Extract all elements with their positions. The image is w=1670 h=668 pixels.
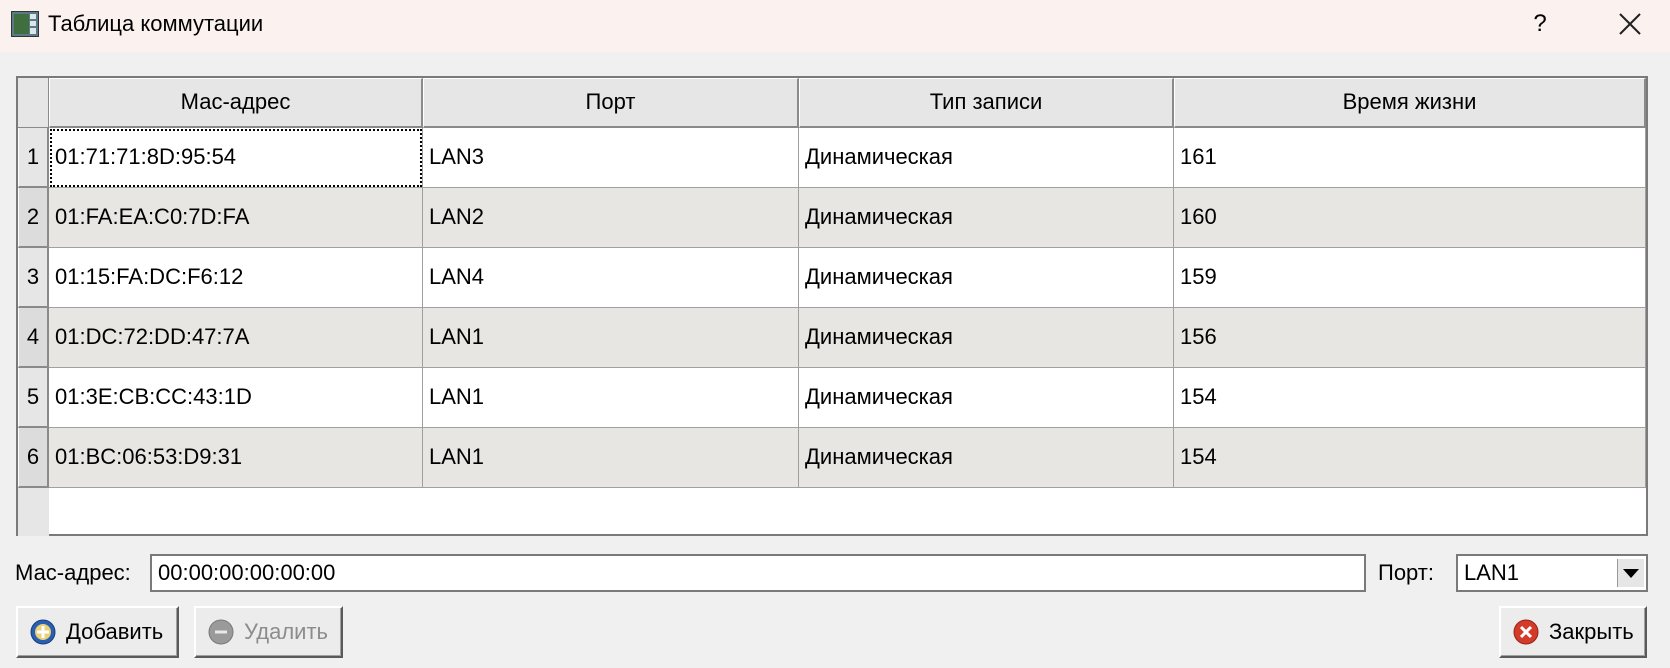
row-header-filler <box>18 488 49 536</box>
mac-address-input[interactable]: 00:00:00:00:00:00 <box>150 554 1366 592</box>
port-select-value: LAN1 <box>1464 560 1520 585</box>
close-button[interactable]: Закрыть <box>1499 606 1647 658</box>
cell-port[interactable]: LAN1 <box>423 308 799 368</box>
remove-icon <box>208 619 234 645</box>
column-header-type[interactable]: Тип записи <box>799 78 1174 128</box>
row-header[interactable]: 5 <box>18 368 49 428</box>
cell-port[interactable]: LAN2 <box>423 188 799 248</box>
app-icon <box>11 11 39 37</box>
cell-mac[interactable]: 01:71:71:8D:95:54 <box>49 128 423 188</box>
table-corner[interactable] <box>18 78 49 128</box>
cell-port[interactable]: LAN3 <box>423 128 799 188</box>
column-header-mac[interactable]: Мас-адрес <box>49 78 423 128</box>
delete-button-label: Удалить <box>244 619 328 644</box>
cell-type[interactable]: Динамическая <box>799 188 1174 248</box>
row-header[interactable]: 2 <box>18 188 49 248</box>
close-button-label: Закрыть <box>1549 619 1634 644</box>
window-title: Таблица коммутации <box>48 11 264 36</box>
cell-port[interactable]: LAN1 <box>423 368 799 428</box>
help-button[interactable]: ? <box>1518 4 1562 44</box>
cell-ttl[interactable]: 159 <box>1174 248 1646 308</box>
cell-mac[interactable]: 01:15:FA:DC:F6:12 <box>49 248 423 308</box>
cell-type[interactable]: Динамическая <box>799 308 1174 368</box>
row-header[interactable]: 1 <box>18 128 49 188</box>
port-select[interactable]: LAN1 <box>1456 554 1648 592</box>
row-header[interactable]: 4 <box>18 308 49 368</box>
cell-type[interactable]: Динамическая <box>799 428 1174 488</box>
add-icon <box>30 619 56 645</box>
cell-ttl[interactable]: 154 <box>1174 368 1646 428</box>
cell-mac[interactable]: 01:3E:CB:CC:43:1D <box>49 368 423 428</box>
cell-port[interactable]: LAN4 <box>423 248 799 308</box>
cell-ttl[interactable]: 154 <box>1174 428 1646 488</box>
cell-ttl[interactable]: 160 <box>1174 188 1646 248</box>
delete-button[interactable]: Удалить <box>194 606 343 658</box>
cell-mac[interactable]: 01:BC:06:53:D9:31 <box>49 428 423 488</box>
title-bar: Таблица коммутации ? <box>0 0 1670 52</box>
column-header-ttl[interactable]: Время жизни <box>1174 78 1646 128</box>
column-header-port[interactable]: Порт <box>423 78 799 128</box>
add-button[interactable]: Добавить <box>16 606 179 658</box>
cell-ttl[interactable]: 161 <box>1174 128 1646 188</box>
cell-port[interactable]: LAN1 <box>423 428 799 488</box>
switching-table[interactable]: Мас-адрес Порт Тип записи Время жизни 1 … <box>16 76 1648 536</box>
cell-type[interactable]: Динамическая <box>799 128 1174 188</box>
cell-mac[interactable]: 01:FA:EA:C0:7D:FA <box>49 188 423 248</box>
cell-mac[interactable]: 01:DC:72:DD:47:7A <box>49 308 423 368</box>
add-button-label: Добавить <box>66 619 164 644</box>
row-header[interactable]: 6 <box>18 428 49 488</box>
cell-type[interactable]: Динамическая <box>799 368 1174 428</box>
close-icon <box>1513 619 1539 645</box>
port-label: Порт: <box>1378 560 1434 585</box>
chevron-down-icon[interactable] <box>1617 559 1644 587</box>
row-header[interactable]: 3 <box>18 248 49 308</box>
cell-ttl[interactable]: 156 <box>1174 308 1646 368</box>
mac-address-label: Мас-адрес: <box>15 560 131 585</box>
cell-type[interactable]: Динамическая <box>799 248 1174 308</box>
close-window-icon[interactable] <box>1608 4 1652 44</box>
